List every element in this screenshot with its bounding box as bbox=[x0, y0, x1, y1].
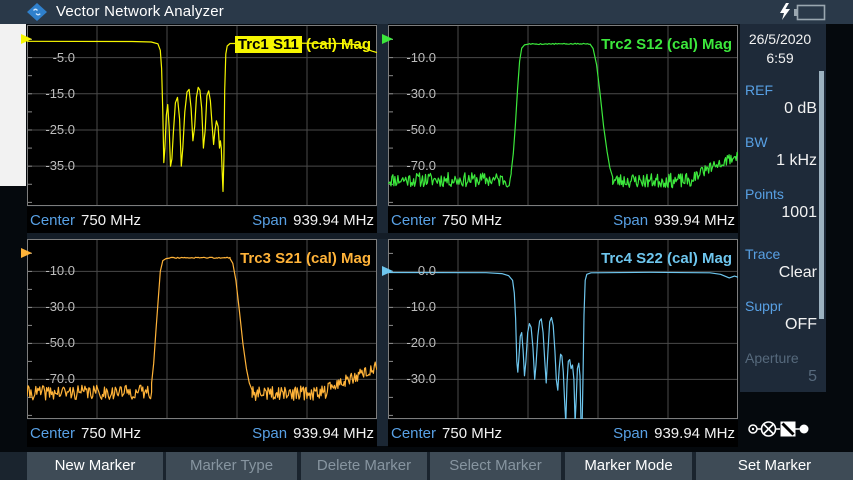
trace2-format: (cal) Mag bbox=[667, 36, 732, 53]
y-axis-tick-label: -50.0 bbox=[388, 122, 436, 137]
y-axis-tick-label: -10.0 bbox=[388, 50, 436, 65]
softkey-marker-type[interactable]: Marker Type bbox=[166, 452, 297, 480]
s21-plot-area[interactable]: Trc3 S21 (cal) Mag -10.0 -30.0 -50.0 -70.0 bbox=[27, 239, 377, 419]
center-frequency[interactable]: Center750 MHz bbox=[30, 425, 141, 442]
trace4-name[interactable]: Trc4 S22 bbox=[601, 250, 663, 267]
softkey-set-marker[interactable]: Set Marker bbox=[696, 452, 853, 480]
softkey-bar: New Marker Marker Type Delete Marker Sel… bbox=[0, 452, 853, 480]
date-display: 26/5/2020 bbox=[740, 31, 820, 47]
quadrant-s21: Trc3 S21 (cal) Mag -10.0-30.0-50.0-70.0 … bbox=[27, 239, 377, 447]
title-bar: Vector Network Analyzer bbox=[0, 0, 853, 24]
sidebar-item-ref[interactable]: REF 0 dB bbox=[745, 82, 817, 118]
port-diagram-icon bbox=[748, 417, 810, 441]
trace3-format: (cal) Mag bbox=[306, 250, 371, 267]
battery-icon bbox=[798, 6, 825, 20]
trace3-name[interactable]: Trc3 S21 bbox=[240, 250, 302, 267]
y-axis-tick-label: -5.0 bbox=[27, 50, 75, 65]
s12-freq-bar: Center750 MHz Span939.94 MHz bbox=[388, 207, 738, 233]
quadrant-s11: Trc1 S11 (cal) Mag -5.0 -15.0 -25.0 -35.0 C… bbox=[27, 25, 377, 233]
y-axis-tick-label: -30.0 bbox=[388, 86, 436, 101]
y-axis-tick-label: -20.0 bbox=[388, 335, 436, 350]
y-axis-tick-label: -50.0 bbox=[27, 335, 75, 350]
settings-sidebar: 26/5/2020 6:59 REF 0 dB BW 1 kHz Points … bbox=[740, 24, 826, 392]
sidebar-item-trace[interactable]: Trace Clear bbox=[745, 246, 817, 282]
app-title: Vector Network Analyzer bbox=[56, 3, 224, 20]
battery-nub bbox=[794, 9, 797, 16]
center-frequency[interactable]: Center750 MHz bbox=[30, 212, 141, 229]
s22-freq-bar: Center750 MHz Span939.94 MHz bbox=[388, 420, 738, 447]
softkey-select-marker[interactable]: Select Marker bbox=[430, 452, 561, 480]
y-axis-tick-label: -15.0 bbox=[27, 86, 75, 101]
s11-freq-bar: Center750 MHz Span939.94 MHz bbox=[27, 207, 377, 233]
softkey-new-marker[interactable]: New Marker bbox=[27, 452, 163, 480]
trace2-title[interactable]: Trc2 S12 (cal) Mag bbox=[601, 36, 732, 53]
trace1-format: (cal) Mag bbox=[306, 36, 371, 53]
s21-freq-bar: Center750 MHz Span939.94 MHz bbox=[27, 420, 377, 447]
y-axis-tick-label: -10.0 bbox=[388, 299, 436, 314]
power-status-icons bbox=[777, 2, 835, 22]
y-axis-tick-label: -35.0 bbox=[27, 158, 75, 173]
span-frequency[interactable]: Span939.94 MHz bbox=[613, 212, 735, 229]
y-axis-tick-label: -10.0 bbox=[27, 263, 75, 278]
sidebar-item-bw[interactable]: BW 1 kHz bbox=[745, 134, 817, 170]
s11-plot-area[interactable]: Trc1 S11 (cal) Mag -5.0 -15.0 -25.0 -35.0 bbox=[27, 25, 377, 206]
y-axis-tick-label: 0.0 bbox=[388, 263, 436, 278]
trace1-title[interactable]: Trc1 S11 (cal) Mag bbox=[235, 36, 371, 53]
vna-screen: Vector Network Analyzer Trc1 S11 (cal) M… bbox=[0, 0, 853, 480]
sidebar-item-suppr[interactable]: Suppr OFF bbox=[745, 298, 817, 334]
sidebar-item-aperture: Aperture 5 bbox=[745, 350, 817, 386]
s22-plot-area[interactable]: Trc4 S22 (cal) Mag 0.0 -10.0 -20.0 -30.0 bbox=[388, 239, 738, 419]
reference-level-arrow-icon bbox=[382, 266, 393, 276]
center-frequency[interactable]: Center750 MHz bbox=[391, 212, 502, 229]
rohde-schwarz-logo-icon bbox=[26, 2, 48, 22]
y-axis-tick-label: -25.0 bbox=[27, 122, 75, 137]
reference-level-arrow-icon bbox=[21, 248, 32, 258]
softkey-delete-marker[interactable]: Delete Marker bbox=[301, 452, 427, 480]
s12-plot-area[interactable]: Trc2 S12 (cal) Mag -10.0 -30.0 -50.0 -70.0 bbox=[388, 25, 738, 206]
softkey-marker-mode[interactable]: Marker Mode bbox=[565, 452, 692, 480]
span-frequency[interactable]: Span939.94 MHz bbox=[252, 212, 374, 229]
reference-level-arrow-icon bbox=[21, 34, 32, 44]
y-axis-tick-label: -70.0 bbox=[388, 158, 436, 173]
time-display: 6:59 bbox=[740, 50, 820, 66]
sidebar-item-points[interactable]: Points 1001 bbox=[745, 186, 817, 222]
left-white-strip bbox=[0, 24, 26, 186]
trace4-format: (cal) Mag bbox=[667, 250, 732, 267]
quadrant-s22: Trc4 S22 (cal) Mag 0.0 -10.0 -20.0 -30.0 Ce… bbox=[388, 239, 738, 447]
quadrant-s12: Trc2 S12 (cal) Mag -10.0-30.0-50.0-70.0 … bbox=[388, 25, 738, 233]
y-axis-tick-label: -30.0 bbox=[388, 371, 436, 386]
lightning-bolt-icon bbox=[780, 3, 790, 20]
trace1-name[interactable]: Trc1 S11 bbox=[235, 36, 302, 53]
y-axis-tick-label: -30.0 bbox=[27, 299, 75, 314]
center-frequency[interactable]: Center750 MHz bbox=[391, 425, 502, 442]
reference-level-arrow-icon bbox=[382, 34, 393, 44]
y-axis-tick-label: -70.0 bbox=[27, 371, 75, 386]
sidebar-scrollbar[interactable] bbox=[819, 71, 824, 319]
span-frequency[interactable]: Span939.94 MHz bbox=[613, 425, 735, 442]
trace4-title[interactable]: Trc4 S22 (cal) Mag bbox=[601, 250, 732, 267]
span-frequency[interactable]: Span939.94 MHz bbox=[252, 425, 374, 442]
trace2-name[interactable]: Trc2 S12 bbox=[601, 36, 663, 53]
trace3-title[interactable]: Trc3 S21 (cal) Mag bbox=[240, 250, 371, 267]
